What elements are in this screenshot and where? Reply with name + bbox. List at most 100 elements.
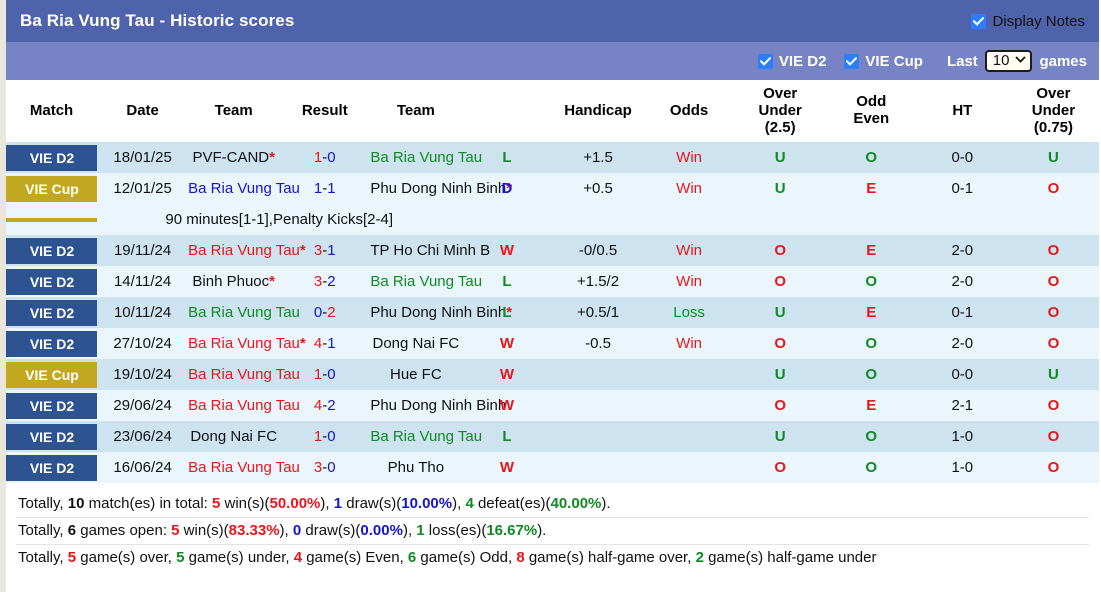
competition-badge[interactable]: VIE D2 — [6, 423, 98, 450]
away-team-label: Ba Ria Vung Tau — [370, 149, 483, 167]
handicap-value: +1.5/2 — [552, 266, 644, 298]
competition-cell: VIE D2 — [6, 452, 98, 484]
match-date: 23/06/24 — [97, 421, 189, 453]
competition-badge[interactable]: VIE D2 — [6, 330, 98, 357]
away-team: TP Ho Chi Minh B — [370, 235, 490, 267]
summary-segment: 40.00% — [550, 495, 602, 513]
note-row-filler — [825, 204, 917, 236]
home-team: Dong Nai FC — [188, 421, 280, 453]
away-team-label: Dong Nai FC — [372, 335, 460, 353]
summary-footer: Totally, 10 match(es) in total: 5 win(s)… — [6, 483, 1099, 578]
col-header-odd-even: Odd Even — [825, 80, 917, 143]
summary-segment: game(s) Even, — [302, 549, 408, 567]
competition-badge[interactable]: VIE D2 — [6, 144, 98, 171]
summary-segment: Totally, — [18, 549, 68, 567]
result-indicator-label: L — [502, 428, 512, 446]
summary-line-total: Totally, 10 match(es) in total: 5 win(s)… — [16, 491, 1089, 517]
score-home: 3 — [313, 273, 323, 291]
handicap-value: +1.5 — [552, 142, 644, 174]
ou075-line2: Under — [1031, 101, 1076, 119]
match-date: 29/06/24 — [97, 390, 189, 422]
match-date: 14/11/24 — [97, 266, 189, 298]
over-under-25: U — [734, 421, 826, 453]
score-home: 3 — [313, 459, 323, 477]
home-team: Ba Ria Vung Tau* — [188, 328, 306, 360]
over-under-25: O — [734, 390, 826, 422]
over-under-25-label: O — [774, 335, 786, 353]
score-away: 1 — [327, 242, 336, 260]
home-away-marker-icon: * — [299, 242, 306, 260]
away-team-label: Phu Dong Ninh Binh — [370, 397, 507, 415]
odds-result: Loss — [643, 297, 735, 329]
summary-segment: ). — [537, 522, 547, 540]
result-indicator-label: W — [499, 335, 515, 353]
competition-badge[interactable]: VIE Cup — [6, 361, 98, 388]
checkbox-checked-icon[interactable] — [971, 13, 987, 29]
match-date: 27/10/24 — [97, 328, 189, 360]
home-team: Ba Ria Vung Tau — [188, 359, 300, 391]
home-team: Ba Ria Vung Tau* — [188, 235, 306, 267]
competition-badge[interactable]: VIE D2 — [6, 454, 98, 481]
home-team: Ba Ria Vung Tau — [188, 173, 300, 205]
competition-cell: VIE D2 — [6, 390, 98, 422]
half-time-score: 0-0 — [916, 359, 1008, 391]
over-under-25: U — [734, 142, 826, 174]
home-team: Ba Ria Vung Tau — [188, 452, 300, 484]
result-indicator: W — [461, 328, 553, 360]
match-date: 18/01/25 — [97, 142, 189, 174]
match-date: 12/01/25 — [97, 173, 189, 205]
summary-segment: 8 — [516, 549, 525, 567]
table-row: VIE Cup 19/10/24 Ba Ria Vung Tau 1-0 Hue FC W… — [6, 359, 1099, 391]
odds-result — [643, 452, 735, 484]
away-team-label: Hue FC — [390, 366, 442, 384]
over-under-25-label: U — [774, 180, 786, 198]
display-notes-toggle[interactable]: Display Notes — [971, 13, 1087, 30]
odd-even-label: O — [865, 149, 878, 167]
competition-badge[interactable]: VIE D2 — [6, 268, 98, 295]
home-team: PVF-CAND* — [188, 142, 280, 174]
half-time-score: 2-0 — [916, 328, 1008, 360]
summary-segment: ), — [402, 522, 417, 540]
score-home: 1 — [313, 366, 323, 384]
over-under-075-label: O — [1047, 459, 1060, 477]
home-away-marker-icon: * — [269, 149, 275, 167]
odd-even: O — [825, 359, 917, 391]
handicap-value — [552, 452, 644, 484]
odd-even-label: O — [865, 273, 878, 291]
odds-result: Win — [643, 173, 735, 205]
table-header-row: Match Date Team Result Team Handicap Odd… — [6, 80, 1099, 143]
odd-even-label: E — [866, 242, 877, 260]
competition-badge[interactable]: VIE D2 — [6, 392, 98, 419]
score-home: 3 — [313, 242, 323, 260]
odd-even-label: E — [866, 304, 877, 322]
away-team-label: Phu Tho — [387, 459, 445, 477]
filter-vie-cup[interactable]: VIE Cup — [844, 53, 925, 70]
checkbox-checked-icon[interactable] — [844, 53, 860, 69]
games-count-value: 10 — [992, 52, 1010, 69]
over-under-25-label: O — [774, 397, 786, 415]
historic-scores-page: Ba Ria Vung Tau - Historic scores Displa… — [0, 0, 1101, 592]
ou075-line3: (0.75) — [1033, 118, 1074, 136]
score-away: 1 — [327, 180, 336, 198]
competition-badge[interactable]: VIE D2 — [6, 237, 98, 264]
summary-segment: 50.00% — [269, 495, 321, 513]
filter-vie-d2[interactable]: VIE D2 — [757, 53, 829, 70]
col-header-over-under-075: Over Under (0.75) — [1007, 80, 1099, 143]
competition-badge[interactable]: VIE Cup — [6, 175, 98, 202]
away-team: Ba Ria Vung Tau — [370, 142, 482, 174]
match-date: 19/11/24 — [97, 235, 189, 267]
ou075-line1: Over — [1036, 85, 1071, 102]
chevron-down-icon — [1015, 55, 1027, 66]
competition-cell: VIE D2 — [6, 266, 98, 298]
competition-badge[interactable]: VIE D2 — [6, 299, 98, 326]
handicap-value: -0.5 — [552, 328, 644, 360]
col-header-wdl — [461, 80, 553, 143]
competition-cell: VIE Cup — [6, 359, 98, 391]
odds-result: Win — [643, 142, 735, 174]
over-under-075-label: O — [1047, 242, 1060, 260]
summary-line-overunder: Totally, 5 game(s) over, 5 game(s) under… — [16, 544, 1089, 571]
col-header-away-team: Team — [370, 80, 462, 143]
checkbox-checked-icon[interactable] — [757, 53, 773, 69]
competition-cell: VIE D2 — [6, 421, 98, 453]
games-count-select[interactable]: 10 — [984, 50, 1033, 72]
